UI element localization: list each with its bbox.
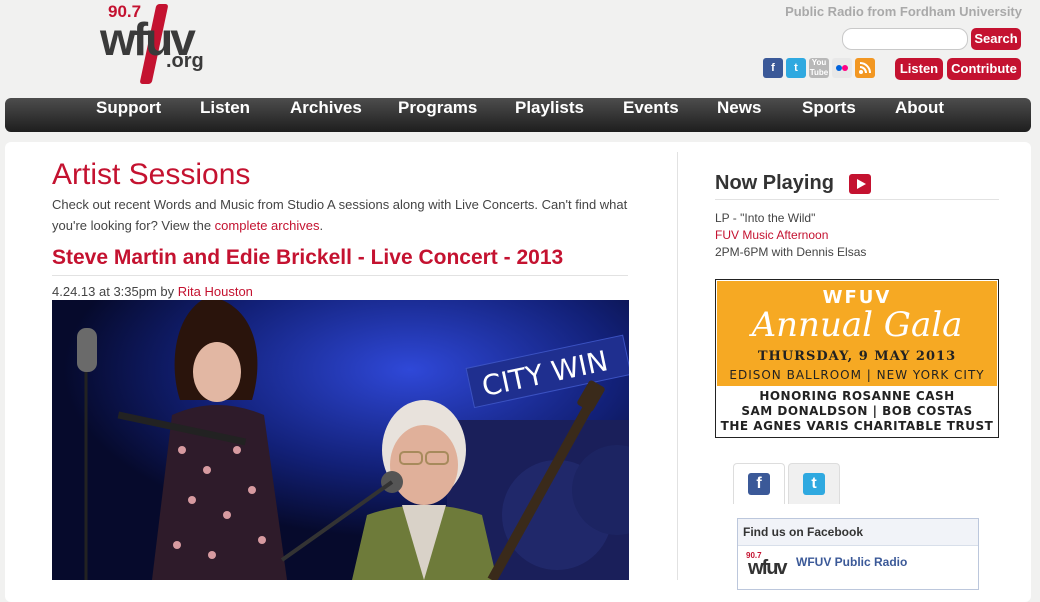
now-playing-schedule: 2PM-6PM with Dennis Elsas — [715, 245, 867, 259]
listen-button[interactable]: Listen — [895, 58, 943, 80]
now-playing-program[interactable]: FUV Music Afternoon — [715, 228, 828, 242]
twitter-icon[interactable]: t — [786, 58, 806, 78]
nav-item-sports[interactable]: Sports — [802, 98, 856, 118]
nav-item-events[interactable]: Events — [623, 98, 679, 118]
facebook-page-name[interactable]: WFUV Public Radio — [796, 555, 907, 569]
intro-body: Check out recent Words and Music from St… — [52, 197, 628, 233]
concert-photo-illustration: CITY WIN — [52, 300, 629, 580]
article-byline: 4.24.13 at 3:35pm by Rita Houston — [52, 284, 253, 299]
rss-icon[interactable] — [855, 58, 875, 78]
tab-facebook[interactable]: f — [733, 463, 785, 504]
main-nav: Support Listen Archives Programs Playlis… — [5, 98, 1031, 132]
page-title: Artist Sessions — [52, 158, 251, 191]
intro-end: . — [319, 218, 324, 233]
complete-archives-link[interactable]: complete archives — [215, 218, 320, 233]
facebook-widget-header: Find us on Facebook — [738, 519, 978, 546]
article-title-rule — [52, 275, 628, 276]
nav-item-news[interactable]: News — [717, 98, 761, 118]
gala-ad-banner[interactable]: WFUV Annual Gala THURSDAY, 9 MAY 2013 ED… — [715, 279, 999, 438]
gala-ad-header: WFUV Annual Gala THURSDAY, 9 MAY 2013 ED… — [717, 281, 997, 386]
flickr-icon[interactable] — [832, 58, 852, 78]
now-playing-track: LP - "Into the Wild" — [715, 211, 816, 225]
contribute-button[interactable]: Contribute — [947, 58, 1021, 80]
column-divider — [677, 152, 678, 580]
search-input[interactable] — [842, 28, 968, 50]
gala-honoree-3: THE AGNES VARIS CHARITABLE TRUST — [720, 419, 994, 433]
now-playing-rule — [715, 199, 999, 200]
social-links: f t You Tube — [763, 58, 875, 80]
gala-title: Annual Gala — [751, 305, 963, 345]
nav-item-archives[interactable]: Archives — [290, 98, 362, 118]
now-playing-title[interactable]: Now Playing — [715, 172, 834, 195]
article-photo[interactable]: CITY WIN — [52, 300, 629, 580]
facebook-icon: f — [748, 473, 770, 495]
facebook-widget: Find us on Facebook 90.7 wfuv WFUV Publi… — [737, 518, 979, 590]
facebook-widget-title: Find us on Facebook — [743, 525, 864, 539]
logo-org: .org — [166, 50, 204, 72]
gala-honoree-2: SAM DONALDSON | BOB COSTAS — [741, 404, 973, 418]
search-button[interactable]: Search — [971, 28, 1021, 50]
article-title[interactable]: Steve Martin and Edie Brickell - Live Co… — [52, 246, 563, 270]
nav-item-about[interactable]: About — [895, 98, 944, 118]
gala-venue: EDISON BALLROOM | NEW YORK CITY — [729, 368, 985, 382]
tab-twitter[interactable]: t — [788, 463, 840, 504]
nav-item-playlists[interactable]: Playlists — [515, 98, 584, 118]
fb-logo-wordmark: wfuv — [748, 557, 788, 579]
article-date: 4.24.13 at 3:35pm by — [52, 284, 178, 299]
nav-item-listen[interactable]: Listen — [200, 98, 250, 118]
facebook-page-logo[interactable]: 90.7 wfuv — [746, 551, 790, 583]
wfuv-logo[interactable]: 90.7 wfuv .org — [100, 0, 230, 90]
nav-item-support[interactable]: Support — [96, 98, 161, 118]
youtube-icon[interactable]: You Tube — [809, 58, 829, 78]
play-icon[interactable] — [849, 174, 871, 194]
gala-date: THURSDAY, 9 MAY 2013 — [757, 349, 957, 364]
gala-honoree-1: HONORING ROSANNE CASH — [759, 389, 955, 403]
site-tagline: Public Radio from Fordham University — [785, 4, 1022, 19]
facebook-icon[interactable]: f — [763, 58, 783, 78]
author-link[interactable]: Rita Houston — [178, 284, 253, 299]
twitter-icon: t — [803, 473, 825, 495]
nav-item-programs[interactable]: Programs — [398, 98, 477, 118]
intro-text: Check out recent Words and Music from St… — [52, 194, 632, 236]
